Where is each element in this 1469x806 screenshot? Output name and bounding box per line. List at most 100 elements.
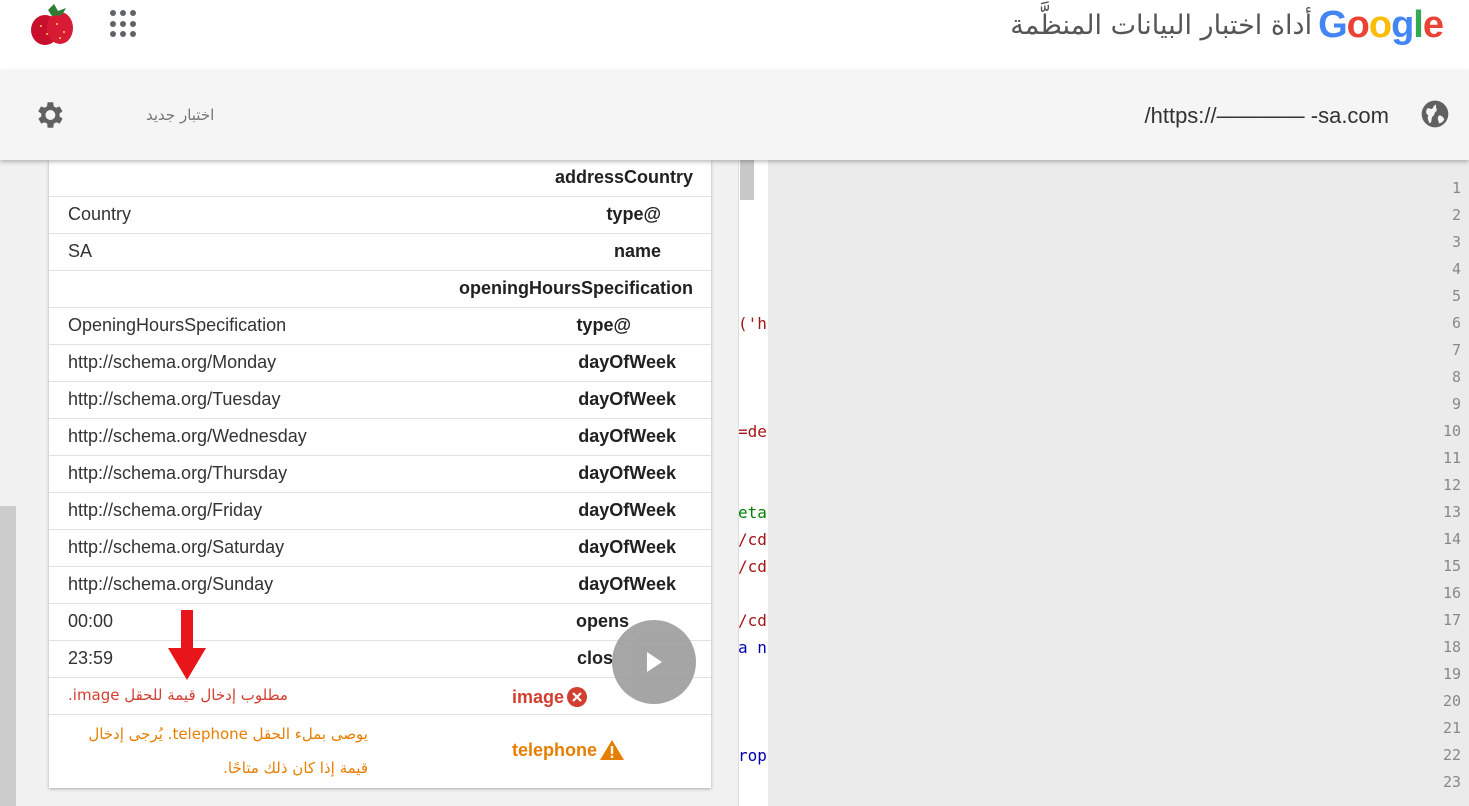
row-key: type@: [576, 315, 631, 335]
url-display[interactable]: /https://———— -sa.com: [1145, 103, 1390, 129]
line-number: 3: [1451, 233, 1461, 251]
row-value: http://schema.org/Saturday: [68, 537, 285, 557]
google-logo-letter: G: [1318, 4, 1348, 46]
table-row: Country type@: [49, 197, 711, 234]
table-row: http://schema.org/Sunday dayOfWeek: [49, 567, 711, 604]
row-key: dayOfWeek: [578, 574, 676, 594]
globe-icon: [1421, 100, 1449, 128]
table-row: http://schema.org/Wednesday dayOfWeek: [49, 419, 711, 456]
table-row: http://schema.org/Tuesday dayOfWeek: [49, 382, 711, 419]
line-number: 13: [1442, 503, 1461, 521]
code-fragment: /cd: [738, 611, 767, 630]
code-fragment: =de: [738, 422, 767, 441]
row-value: OpeningHoursSpecification: [68, 315, 287, 335]
line-number: 2: [1451, 206, 1461, 224]
line-number: 7: [1451, 341, 1461, 359]
row-value: 23:59: [68, 648, 114, 668]
row-value: SA: [68, 241, 93, 261]
table-row: http://schema.org/Friday dayOfWeek: [49, 493, 711, 530]
play-icon: [647, 652, 662, 672]
line-number: 1: [1451, 179, 1461, 197]
table-row: http://schema.org/Saturday dayOfWeek: [49, 530, 711, 567]
toolbar: اختبار جديد /https://———— -sa.com: [0, 70, 1469, 160]
apps-grid-icon[interactable]: [110, 10, 138, 38]
row-value: http://schema.org/Thursday: [68, 463, 288, 483]
error-field[interactable]: image: [512, 686, 588, 708]
google-logo-letter: o: [1346, 4, 1370, 46]
row-key: dayOfWeek: [578, 500, 676, 520]
gear-icon[interactable]: [32, 98, 66, 132]
table-row: http://schema.org/Thursday dayOfWeek: [49, 456, 711, 493]
play-button[interactable]: [612, 620, 696, 704]
code-visible-strip: [738, 160, 768, 806]
error-field-label: image: [512, 686, 565, 707]
table-row: http://schema.org/Monday dayOfWeek: [49, 345, 711, 382]
row-key: dayOfWeek: [578, 352, 676, 372]
row-key: dayOfWeek: [578, 463, 676, 483]
line-number: 18: [1442, 638, 1461, 656]
line-number: 22: [1442, 746, 1461, 764]
google-logo-letter: g: [1391, 4, 1414, 46]
row-value: Country: [68, 204, 132, 224]
line-number: 8: [1451, 368, 1461, 386]
google-logo-letter: e: [1422, 4, 1444, 46]
strawberry-avatar-icon[interactable]: [24, 2, 80, 48]
code-fragment: a n: [738, 638, 767, 657]
page-title: أداة اختبار البيانات المنظَّمة: [1010, 10, 1313, 41]
row-key: dayOfWeek: [578, 426, 676, 446]
pane-divider[interactable]: [738, 160, 739, 806]
line-number: 11: [1442, 449, 1461, 467]
warning-message: يوصى بملء الحقل telephone. يُرجى إدخال ق…: [88, 725, 368, 777]
code-fragment: /cd: [738, 530, 767, 549]
brand: Google أداة اختبار البيانات المنظَّمة: [1010, 4, 1444, 47]
google-logo-letter: o: [1368, 4, 1392, 46]
line-number: 10: [1442, 422, 1461, 440]
warning-row: يوصى بملء الحقل telephone. يُرجى إدخال ق…: [49, 715, 711, 787]
row-key: type@: [606, 204, 661, 224]
new-test-button[interactable]: اختبار جديد: [146, 106, 214, 124]
line-number: 20: [1442, 692, 1461, 710]
error-x-icon: [567, 687, 588, 707]
top-bar: Google أداة اختبار البيانات المنظَّمة: [0, 0, 1469, 70]
code-fragment: ('h: [738, 314, 767, 333]
table-row: addressCountry: [49, 160, 711, 197]
row-key: dayOfWeek: [578, 537, 676, 557]
warning-field-label: telephone: [512, 739, 598, 760]
row-value: http://schema.org/Friday: [68, 500, 263, 520]
line-number: 15: [1442, 557, 1461, 575]
row-value: http://schema.org/Wednesday: [68, 426, 307, 446]
row-value: 00:00: [68, 611, 114, 631]
code-fragment: /cd: [738, 557, 767, 576]
line-number: 16: [1442, 584, 1461, 602]
row-key: addressCountry: [554, 167, 693, 187]
code-fragment: eta: [738, 503, 767, 522]
line-number: 21: [1442, 719, 1461, 737]
warning-triangle-icon: [600, 740, 625, 760]
row-key: clos: [576, 648, 613, 668]
code-fragment: rop: [738, 746, 767, 765]
code-scrollbar[interactable]: [740, 160, 754, 200]
line-number: 5: [1451, 287, 1461, 305]
row-key: dayOfWeek: [578, 389, 676, 409]
line-number: 19: [1442, 665, 1461, 683]
table-row: SA name: [49, 234, 711, 271]
google-logo: Google: [1318, 4, 1444, 47]
row-value: http://schema.org/Monday: [68, 352, 277, 372]
line-number: 6: [1451, 314, 1461, 332]
google-logo-letter: l: [1413, 4, 1424, 46]
results-scrollbar[interactable]: [0, 506, 16, 806]
line-number: 23: [1442, 773, 1461, 791]
red-arrow-down-icon: [168, 610, 206, 680]
line-number-gutter: 1 2 3 4 5 6 7 8 9 10 11 12 13 14 15 16 17 18 19 20 21 22 23: [1421, 175, 1461, 796]
table-row: OpeningHoursSpecification type@: [49, 308, 711, 345]
line-number: 14: [1442, 530, 1461, 548]
code-editor[interactable]: 1 2 3 4 5 6 7 8 9 10 11 12 13 14 15 16 17 18 19 20 21 22 23 ('…: [738, 160, 1469, 806]
row-value: http://schema.org/Tuesday: [68, 389, 281, 409]
line-number: 17: [1442, 611, 1461, 629]
table-row: openingHoursSpecification: [49, 271, 711, 308]
results-pane: مطلوب إدخال قيمة للحقل image. image يوصى…: [0, 160, 738, 806]
line-number: 9: [1451, 395, 1461, 413]
line-number: 4: [1451, 260, 1461, 278]
warning-field[interactable]: telephone: [512, 739, 625, 761]
row-value: http://schema.org/Sunday: [68, 574, 274, 594]
